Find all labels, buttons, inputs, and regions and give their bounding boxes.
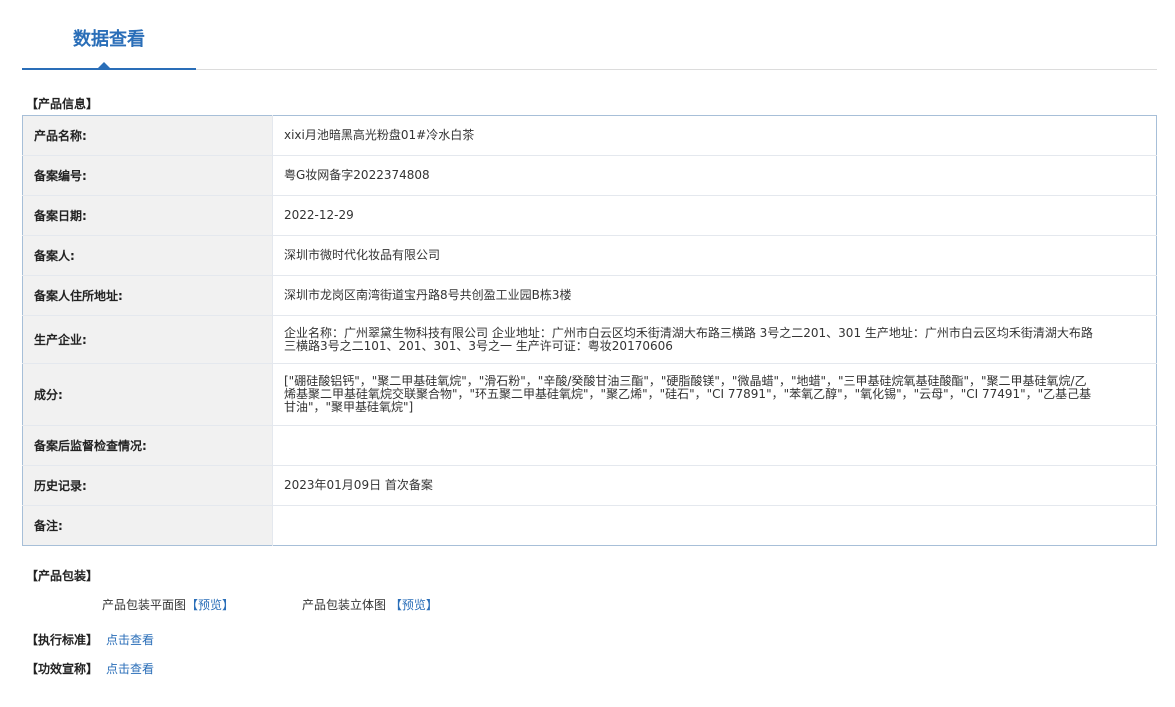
tab-bar: 数据查看 xyxy=(22,0,1157,70)
row-value: 粤G妆网备字2022374808 xyxy=(272,155,1157,196)
row-label: 备案人: xyxy=(22,235,273,276)
efficacy-row: 【功效宣称】 点击查看 xyxy=(26,661,154,677)
table-row: 备案后监督检查情况: xyxy=(22,425,1157,466)
packaging-flat-item: 产品包装平面图【预览】 xyxy=(102,597,234,613)
row-value: 2023年01月09日 首次备案 xyxy=(272,465,1157,506)
tab-indicator-arrow xyxy=(98,62,110,68)
packaging-heading: 【产品包装】 xyxy=(26,569,99,583)
table-row: 备案人: 深圳市微时代化妆品有限公司 xyxy=(22,235,1157,276)
row-value: 企业名称：广州翠黛生物科技有限公司 企业地址：广州市白云区均禾街清湖大布路三横路… xyxy=(272,315,1157,364)
row-value xyxy=(272,425,1157,466)
table-row: 产品名称: xixi月池暗黑高光粉盘01#冷水白茶 xyxy=(22,115,1157,156)
row-label: 成分: xyxy=(22,363,273,426)
standard-heading: 【执行标准】 xyxy=(26,633,99,647)
row-label: 产品名称: xyxy=(22,115,273,156)
product-info-table: 产品名称: xixi月池暗黑高光粉盘01#冷水白茶 备案编号: 粤G妆网备字20… xyxy=(22,115,1157,546)
table-row: 成分: ["硼硅酸铝钙"，"聚二甲基硅氧烷"，"滑石粉"，"辛酸/癸酸甘油三酯"… xyxy=(22,363,1157,426)
packaging-stereo-item: 产品包装立体图 【预览】 xyxy=(302,597,438,613)
product-info-heading: 【产品信息】 xyxy=(26,97,99,111)
row-label: 备案日期: xyxy=(22,195,273,236)
page-title: 数据查看 xyxy=(73,29,145,50)
efficacy-heading: 【功效宣称】 xyxy=(26,662,99,676)
table-row: 备案人住所地址: 深圳市龙岗区南湾街道宝丹路8号共创盈工业园B栋3楼 xyxy=(22,275,1157,316)
row-value xyxy=(273,506,1157,546)
row-label: 备案后监督检查情况: xyxy=(22,425,273,466)
row-value: 深圳市微时代化妆品有限公司 xyxy=(272,235,1157,276)
row-value: 2022-12-29 xyxy=(272,195,1157,236)
table-row: 备案日期: 2022-12-29 xyxy=(22,195,1157,236)
packaging-flat-label: 产品包装平面图 xyxy=(102,598,187,612)
row-value: ["硼硅酸铝钙"，"聚二甲基硅氧烷"，"滑石粉"，"辛酸/癸酸甘油三酯"，"硬脂… xyxy=(272,363,1157,426)
row-value: xixi月池暗黑高光粉盘01#冷水白茶 xyxy=(272,115,1157,156)
table-row: 备注: xyxy=(22,505,1157,546)
standard-view-link[interactable]: 点击查看 xyxy=(106,633,154,647)
row-label: 生产企业: xyxy=(22,315,273,364)
table-row: 生产企业: 企业名称：广州翠黛生物科技有限公司 企业地址：广州市白云区均禾街清湖… xyxy=(22,315,1157,364)
table-row: 历史记录: 2023年01月09日 首次备案 xyxy=(22,465,1157,506)
row-label: 备案编号: xyxy=(22,155,273,196)
tab-data-view[interactable]: 数据查看 xyxy=(22,0,196,70)
row-label: 备注: xyxy=(22,505,273,546)
table-row: 备案编号: 粤G妆网备字2022374808 xyxy=(22,155,1157,196)
standard-row: 【执行标准】 点击查看 xyxy=(26,632,154,648)
row-label: 历史记录: xyxy=(22,465,273,506)
packaging-flat-preview-link[interactable]: 【预览】 xyxy=(186,598,234,612)
packaging-stereo-label: 产品包装立体图 xyxy=(302,598,387,612)
efficacy-view-link[interactable]: 点击查看 xyxy=(106,662,154,676)
row-value: 深圳市龙岗区南湾街道宝丹路8号共创盈工业园B栋3楼 xyxy=(272,275,1157,316)
packaging-stereo-preview-link[interactable]: 【预览】 xyxy=(390,598,438,612)
row-label: 备案人住所地址: xyxy=(22,275,273,316)
